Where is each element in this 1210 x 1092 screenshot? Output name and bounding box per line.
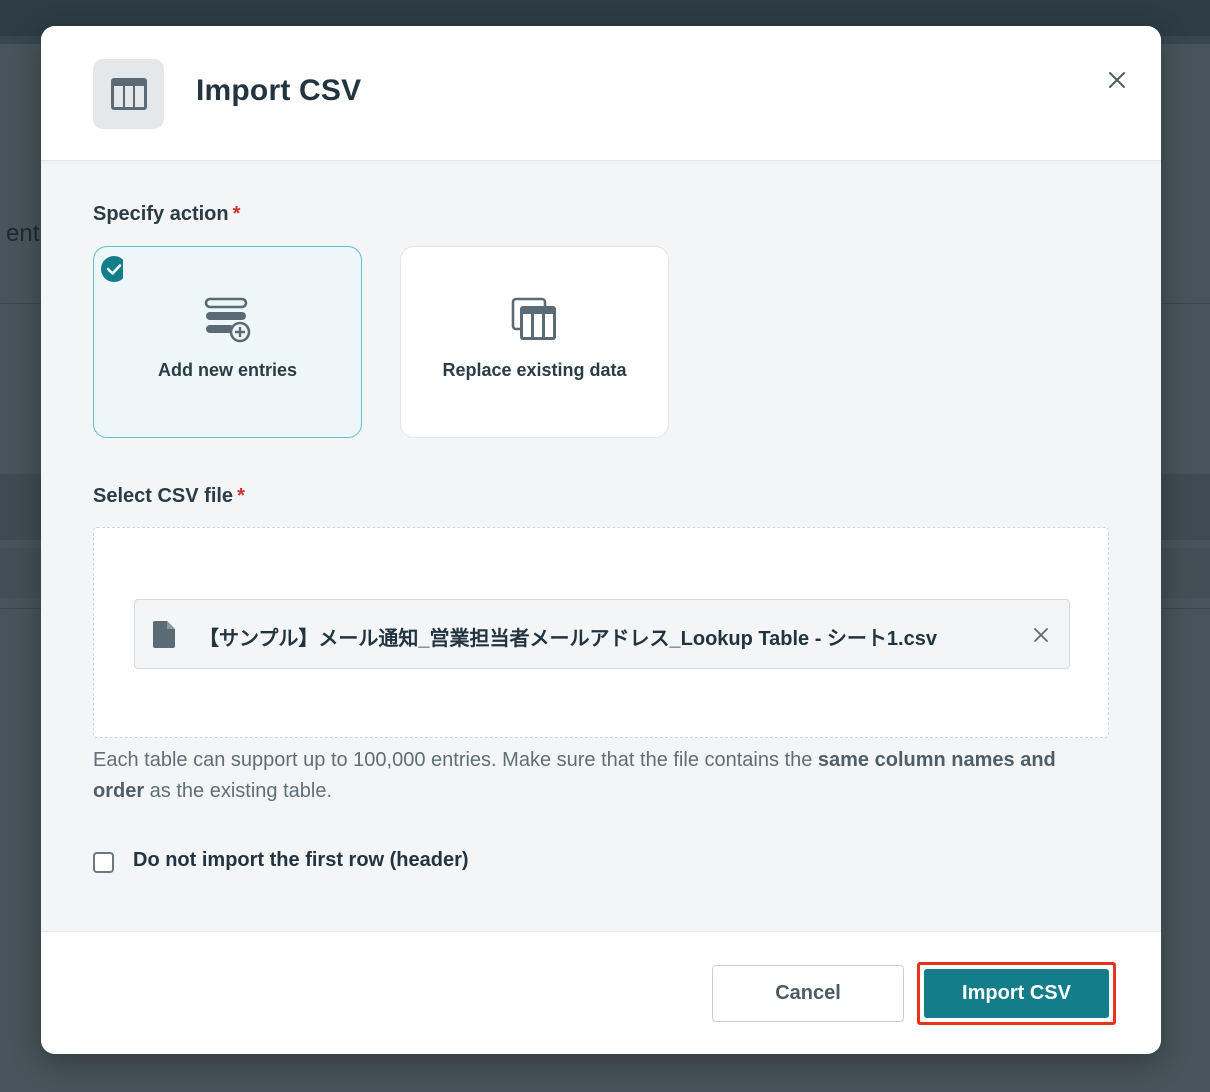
help-text: Each table can support up to 100,000 ent… bbox=[93, 745, 1103, 807]
replace-table-icon bbox=[401, 297, 668, 343]
required-mark: * bbox=[232, 203, 241, 225]
close-icon[interactable] bbox=[1101, 64, 1133, 96]
specify-action-label: Specify action * bbox=[93, 203, 240, 226]
option-label: Add new entries bbox=[157, 360, 298, 380]
specify-action-label-text: Specify action bbox=[93, 203, 229, 225]
file-name: 【サンプル】メール通知_営業担当者メールアドレス_Lookup Table - … bbox=[199, 628, 937, 650]
background-partial-text: ent bbox=[6, 220, 40, 247]
selected-file-row: 【サンプル】メール通知_営業担当者メールアドレス_Lookup Table - … bbox=[134, 599, 1070, 669]
checkmark-icon bbox=[93, 253, 127, 283]
help-text-part: Each table can support up to 100,000 ent… bbox=[93, 749, 818, 771]
skip-header-label[interactable]: Do not import the first row (header) bbox=[133, 849, 469, 872]
file-icon bbox=[153, 621, 175, 653]
select-csv-file-label: Select CSV file * bbox=[93, 485, 245, 508]
required-mark: * bbox=[237, 485, 245, 507]
import-csv-button[interactable]: Import CSV bbox=[924, 969, 1109, 1018]
dialog-title: Import CSV bbox=[196, 74, 362, 107]
option-replace-existing-data[interactable]: Replace existing data bbox=[400, 246, 669, 438]
select-csv-file-label-text: Select CSV file bbox=[93, 485, 234, 507]
add-entries-icon bbox=[94, 297, 361, 343]
option-label: Replace existing data bbox=[442, 360, 627, 380]
help-text-part: as the existing table. bbox=[144, 780, 333, 802]
dialog-footer: Cancel Import CSV bbox=[41, 931, 1161, 1054]
cancel-button[interactable]: Cancel bbox=[712, 965, 904, 1022]
dialog-header: Import CSV bbox=[41, 26, 1161, 161]
file-dropzone[interactable]: 【サンプル】メール通知_営業担当者メールアドレス_Lookup Table - … bbox=[93, 527, 1109, 738]
highlight-outline: Import CSV bbox=[917, 962, 1116, 1025]
skip-header-checkbox[interactable] bbox=[93, 852, 114, 873]
import-csv-dialog: Import CSV Specify action * Add new entr… bbox=[41, 26, 1161, 1054]
table-icon bbox=[93, 59, 164, 129]
option-add-new-entries[interactable]: Add new entries bbox=[93, 246, 362, 438]
remove-file-icon[interactable] bbox=[1028, 622, 1054, 648]
